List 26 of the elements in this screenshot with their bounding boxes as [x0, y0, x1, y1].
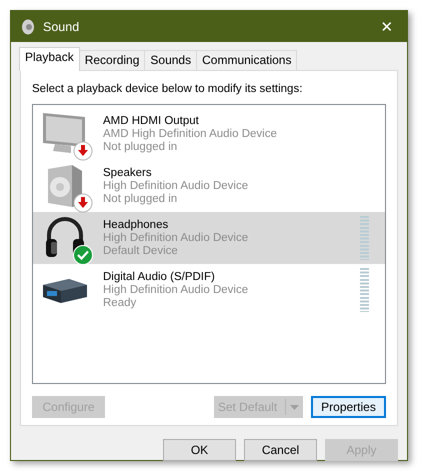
- device-status: Not plugged in: [103, 140, 178, 154]
- tab[interactable]: Playback: [19, 47, 80, 71]
- instruction-text: Select a playback device below to modify its settings:: [32, 83, 304, 95]
- device-name: Speakers: [103, 166, 153, 180]
- device-driver: AMD High Definition Audio Device: [103, 128, 278, 140]
- properties-button[interactable]: Properties: [311, 396, 386, 418]
- device-row[interactable]: Digital Audio (S/PDIF) High Definition Audio Device Ready: [33, 264, 385, 316]
- device-row[interactable]: Headphones High Definition Audio Device Default Device: [33, 212, 385, 264]
- device-name: Headphones: [103, 218, 170, 232]
- device-row[interactable]: AMD HDMI Output AMD High Definition Audio Device Not plugged in: [33, 108, 385, 160]
- device-status: Not plugged in: [103, 192, 178, 206]
- close-button[interactable]: ✕: [367, 11, 407, 42]
- ok-button[interactable]: OK: [163, 439, 236, 461]
- device-status: Default Device: [103, 244, 179, 258]
- device-row[interactable]: Speakers High Definition Audio Device Not plugged in: [33, 160, 385, 212]
- device-name: AMD HDMI Output: [103, 114, 200, 128]
- device-name: Digital Audio (S/PDIF): [103, 270, 216, 284]
- speaker-icon: [21, 18, 35, 34]
- tab[interactable]: Communications: [196, 50, 298, 71]
- device-driver: High Definition Audio Device: [103, 284, 250, 296]
- device-status: Ready: [103, 296, 138, 310]
- window-title: Sound: [43, 20, 80, 34]
- device-driver: High Definition Audio Device: [103, 232, 250, 244]
- cancel-button[interactable]: Cancel: [244, 439, 317, 461]
- device-driver: High Definition Audio Device: [103, 180, 250, 192]
- caret-icon: [290, 404, 300, 410]
